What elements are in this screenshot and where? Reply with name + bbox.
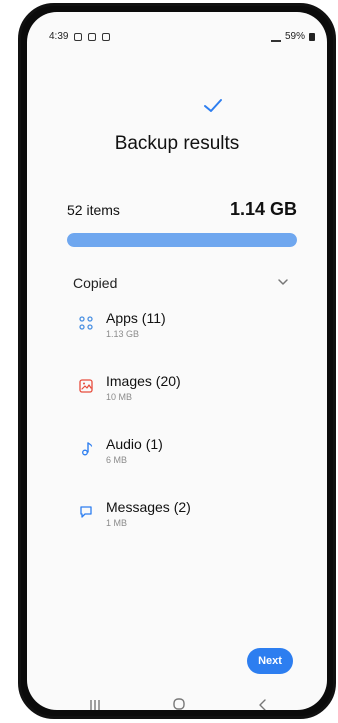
- chevron-down-icon[interactable]: [277, 276, 289, 288]
- backup-list: Apps (11) 1.13 GB Images (20) 10 MB Audi…: [75, 310, 297, 562]
- status-lock-icon: [102, 32, 111, 41]
- list-item-subtitle: 1.13 GB: [106, 329, 140, 339]
- list-item[interactable]: Audio (1) 6 MB: [75, 436, 297, 499]
- list-item[interactable]: Messages (2) 1 MB: [75, 499, 297, 562]
- status-left: 4:39: [49, 31, 111, 42]
- status-bar: 4:39 59%: [49, 31, 315, 45]
- list-item[interactable]: Apps (11) 1.13 GB: [75, 310, 297, 373]
- apps-icon: [79, 316, 93, 330]
- section-label-copied: Copied: [73, 275, 118, 291]
- image-icon: [79, 379, 93, 393]
- next-button[interactable]: Next: [247, 648, 293, 674]
- list-item[interactable]: Images (20) 10 MB: [75, 373, 297, 436]
- list-item-title: Images (20): [106, 373, 181, 389]
- total-size: 1.14 GB: [229, 199, 297, 219]
- back-icon[interactable]: [253, 696, 273, 710]
- message-icon: [80, 506, 92, 518]
- list-item-subtitle: 10 MB: [106, 392, 133, 402]
- audio-icon: [82, 442, 93, 456]
- signal-icon: [270, 32, 281, 42]
- progress-fill: [67, 233, 297, 247]
- home-icon[interactable]: [169, 696, 189, 710]
- phone-screen: 4:39 59% Backup results 52 items 1.14 GB…: [27, 12, 327, 710]
- bottom-navigation: [85, 696, 289, 710]
- phone-frame: 4:39 59% Backup results 52 items 1.14 GB…: [18, 3, 336, 719]
- progress-bar: [67, 233, 297, 247]
- check-icon: [204, 99, 222, 112]
- status-right: 59%: [270, 31, 315, 42]
- items-count: 52 items: [67, 202, 120, 218]
- status-time: 4:39: [49, 31, 69, 42]
- page-title: Backup results: [114, 133, 240, 154]
- list-item-title: Audio (1): [106, 436, 163, 452]
- battery-percent: 59%: [284, 31, 305, 42]
- list-item-title: Apps (11): [106, 310, 166, 326]
- list-item-subtitle: 1 MB: [106, 518, 128, 528]
- battery-icon: [309, 32, 315, 41]
- status-photo-icon: [88, 32, 97, 41]
- list-item-title: Messages (2): [106, 499, 191, 515]
- list-item-subtitle: 6 MB: [106, 455, 128, 465]
- recent-apps-icon[interactable]: [85, 696, 105, 710]
- status-notification-icon: [74, 32, 83, 41]
